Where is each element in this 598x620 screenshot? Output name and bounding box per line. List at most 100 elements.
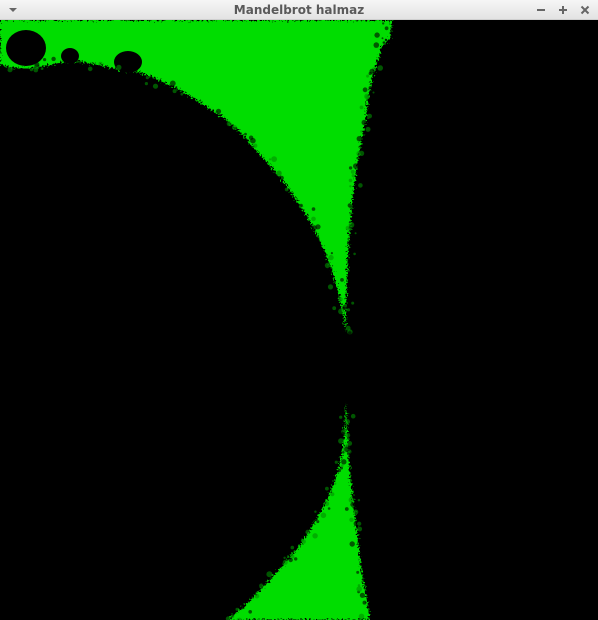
fractal-filament-dot (370, 98, 377, 104)
fractal-filament-dot (328, 469, 333, 474)
minimize-button[interactable] (534, 3, 548, 17)
fractal-render (0, 20, 598, 620)
fractal-filament-dot (235, 607, 239, 611)
fractal-filament-dot (284, 187, 289, 192)
fractal-filament-dot (352, 506, 357, 510)
fractal-filament-dot (327, 284, 334, 290)
fractal-filament-dot (100, 67, 105, 73)
fractal-filament-dot (353, 163, 359, 169)
fractal-filament-dot (327, 507, 331, 510)
fractal-filament-dot (26, 68, 30, 73)
fractal-filament-dot (342, 422, 347, 427)
fractal-filament-dot (328, 254, 334, 261)
fractal-filament-dot (262, 581, 267, 586)
fractal-filament-dot (314, 510, 317, 513)
mandelbrot-canvas[interactable] (0, 20, 598, 620)
window-title: Mandelbrot halmaz (233, 3, 365, 17)
fractal-filament-dot (338, 297, 343, 302)
fractal-filament-dot (93, 68, 99, 74)
fractal-filament-dot (359, 541, 364, 546)
fractal-filament-dot (240, 605, 245, 610)
fractal-filament-dot (210, 117, 213, 120)
fractal-filament-dot (353, 509, 359, 515)
fractal-filament-dot (351, 301, 355, 305)
title-bar[interactable]: Mandelbrot halmaz (0, 0, 598, 20)
fractal-filament-dot (354, 484, 358, 488)
fractal-filament-dot (366, 74, 370, 78)
fractal-filament-dot (276, 170, 282, 177)
fractal-filament-dot (337, 468, 341, 473)
fractal-filament-dot (348, 497, 354, 503)
fractal-filament-dot (172, 89, 177, 94)
fractal-filament-dot (268, 158, 272, 161)
fractal-filament-dot (332, 306, 337, 311)
fractal-filament-dot (367, 113, 372, 119)
fractal-filament-dot (361, 119, 367, 126)
fractal-filament-dot (298, 205, 302, 209)
fractal-filament-dot (338, 438, 344, 444)
fractal-filament-dot (349, 541, 355, 547)
fractal-filament-dot (347, 203, 352, 208)
fractal-filament-dot (324, 501, 330, 507)
fractal-filament-dot (311, 207, 316, 211)
fractal-filament-dot (340, 278, 344, 282)
fractal-filament-dot (87, 66, 93, 72)
fractal-filament-dot (85, 71, 89, 76)
fractal-filament-dot (348, 222, 355, 228)
fractal-filament-dot (334, 460, 338, 464)
close-button[interactable] (578, 3, 592, 17)
fractal-filament-dot (346, 413, 351, 418)
fractal-filament-dot (341, 464, 344, 468)
fractal-filament-dot (330, 492, 335, 497)
fractal-filament-dot (317, 239, 320, 242)
fractal-filament-dot (353, 252, 356, 256)
fractal-filament-dot (243, 138, 248, 143)
fractal-filament-dot (244, 132, 247, 136)
fractal-filament-dot (338, 308, 344, 315)
fractal-filament-dot (303, 522, 308, 527)
fractal-filament-dot (230, 614, 235, 618)
fractal-filament-dot (175, 86, 178, 88)
fractal-filament-dot (374, 32, 380, 38)
maximize-icon (559, 6, 567, 14)
fractal-filament-dot (325, 486, 329, 491)
fractal-filament-dot (364, 93, 370, 100)
fractal-filament-dot (354, 232, 357, 235)
fractal-filament-dot (348, 452, 353, 458)
fractal-filament-dot (34, 62, 40, 67)
fractal-filament-dot (345, 433, 351, 438)
fractal-filament-dot (356, 586, 363, 592)
fractal-filament-dot (7, 66, 13, 73)
fractal-filament-dot (151, 77, 155, 81)
fractal-filament-dot (365, 126, 371, 132)
fractal-filament-dot (356, 570, 360, 574)
fractal-filament-dot (348, 296, 352, 299)
fractal-filament-dot (348, 166, 353, 170)
maximize-button[interactable] (556, 3, 570, 17)
fractal-filament-dot (98, 61, 103, 66)
fractal-filament-dot (330, 252, 333, 255)
fractal-filament-dot (359, 105, 364, 110)
fractal-filament-dot (305, 529, 311, 535)
fractal-filament-dot (368, 86, 372, 90)
fractal-filament-dot (359, 592, 365, 598)
fractal-filament-dot (351, 174, 355, 178)
fractal-filament-dot (350, 169, 355, 174)
fractal-filament-dot (328, 268, 333, 273)
fractal-filament-dot (382, 41, 386, 44)
fractal-filament-dot (169, 80, 176, 87)
fractal-filament-dot (250, 137, 256, 144)
fractal-filament-dot (342, 448, 345, 452)
fractal-filament-dot (338, 447, 343, 452)
fractal-filament-dot (166, 88, 172, 93)
fractal-filament-dot (333, 482, 337, 485)
fractal-filament-dot (381, 37, 384, 40)
fractal-filament-dot (370, 598, 374, 602)
fractal-filament-dot (349, 313, 354, 318)
fractal-filament-dot (320, 506, 322, 509)
fractal-filament-dot (282, 559, 288, 565)
fractal-filament-dot (199, 100, 202, 103)
fractal-filament-dot (311, 216, 316, 222)
fractal-filament-dot (374, 86, 377, 89)
fractal-filament-dot (358, 150, 365, 156)
